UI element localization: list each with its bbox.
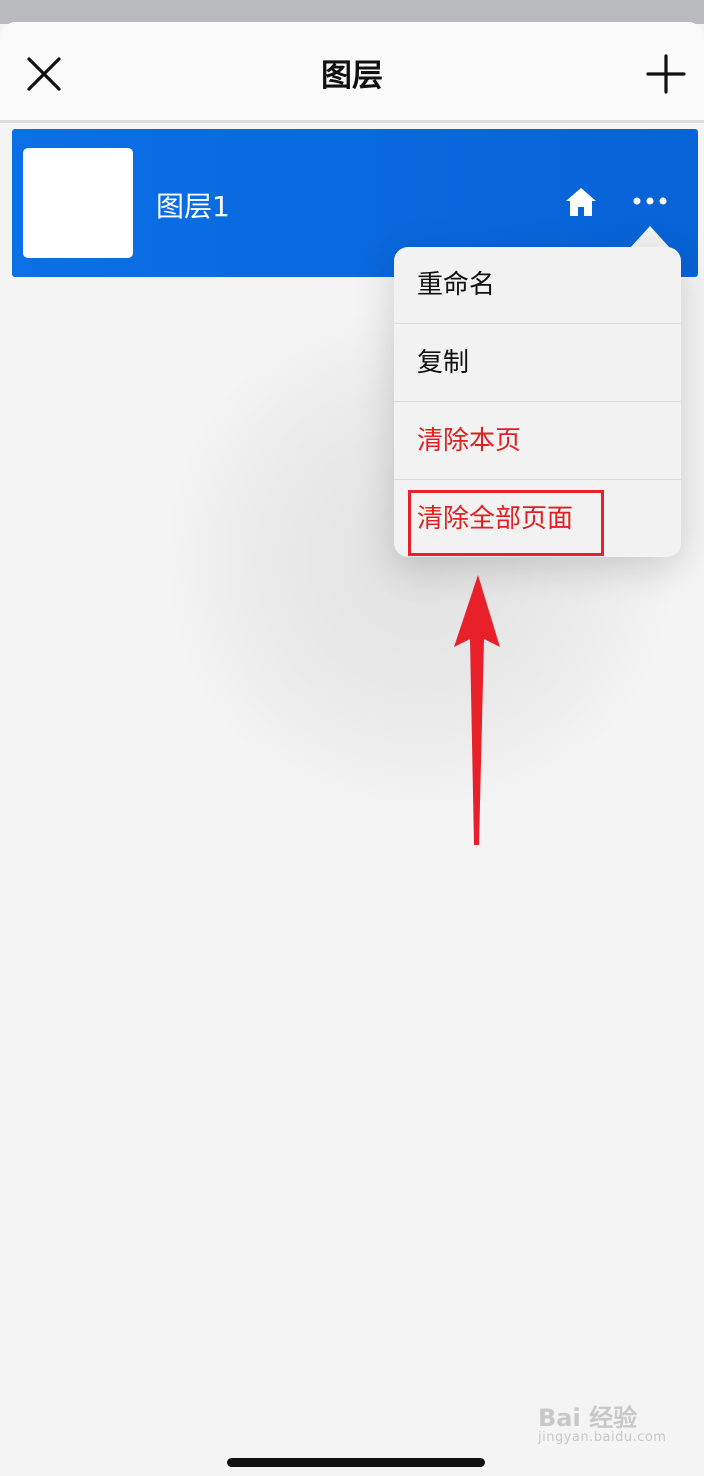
layer-more-button[interactable] <box>630 185 670 217</box>
watermark: Bai 经验 jingyan.baidu.com <box>538 1398 678 1448</box>
layer-thumbnail <box>23 148 133 258</box>
watermark-brand: Bai 经验 <box>538 1404 638 1432</box>
menu-pointer <box>630 226 670 248</box>
more-dots-icon <box>633 197 667 205</box>
highlight-box <box>408 490 604 556</box>
layer-name: 图层1 <box>156 190 230 223</box>
menu-item-rename[interactable]: 重命名 <box>394 247 681 324</box>
header-bar: 图层 <box>0 22 704 123</box>
menu-item-clear-page[interactable]: 清除本页 <box>394 403 681 480</box>
watermark-url: jingyan.baidu.com <box>538 1430 667 1445</box>
home-indicator[interactable] <box>227 1458 485 1467</box>
layer-home-button[interactable] <box>562 183 600 221</box>
status-strip <box>0 0 704 24</box>
home-icon <box>566 188 596 216</box>
add-layer-button[interactable] <box>644 52 688 96</box>
plus-icon <box>646 54 686 94</box>
annotation-arrow <box>454 575 500 845</box>
menu-item-copy[interactable]: 复制 <box>394 325 681 402</box>
page-title: 图层 <box>321 58 383 94</box>
